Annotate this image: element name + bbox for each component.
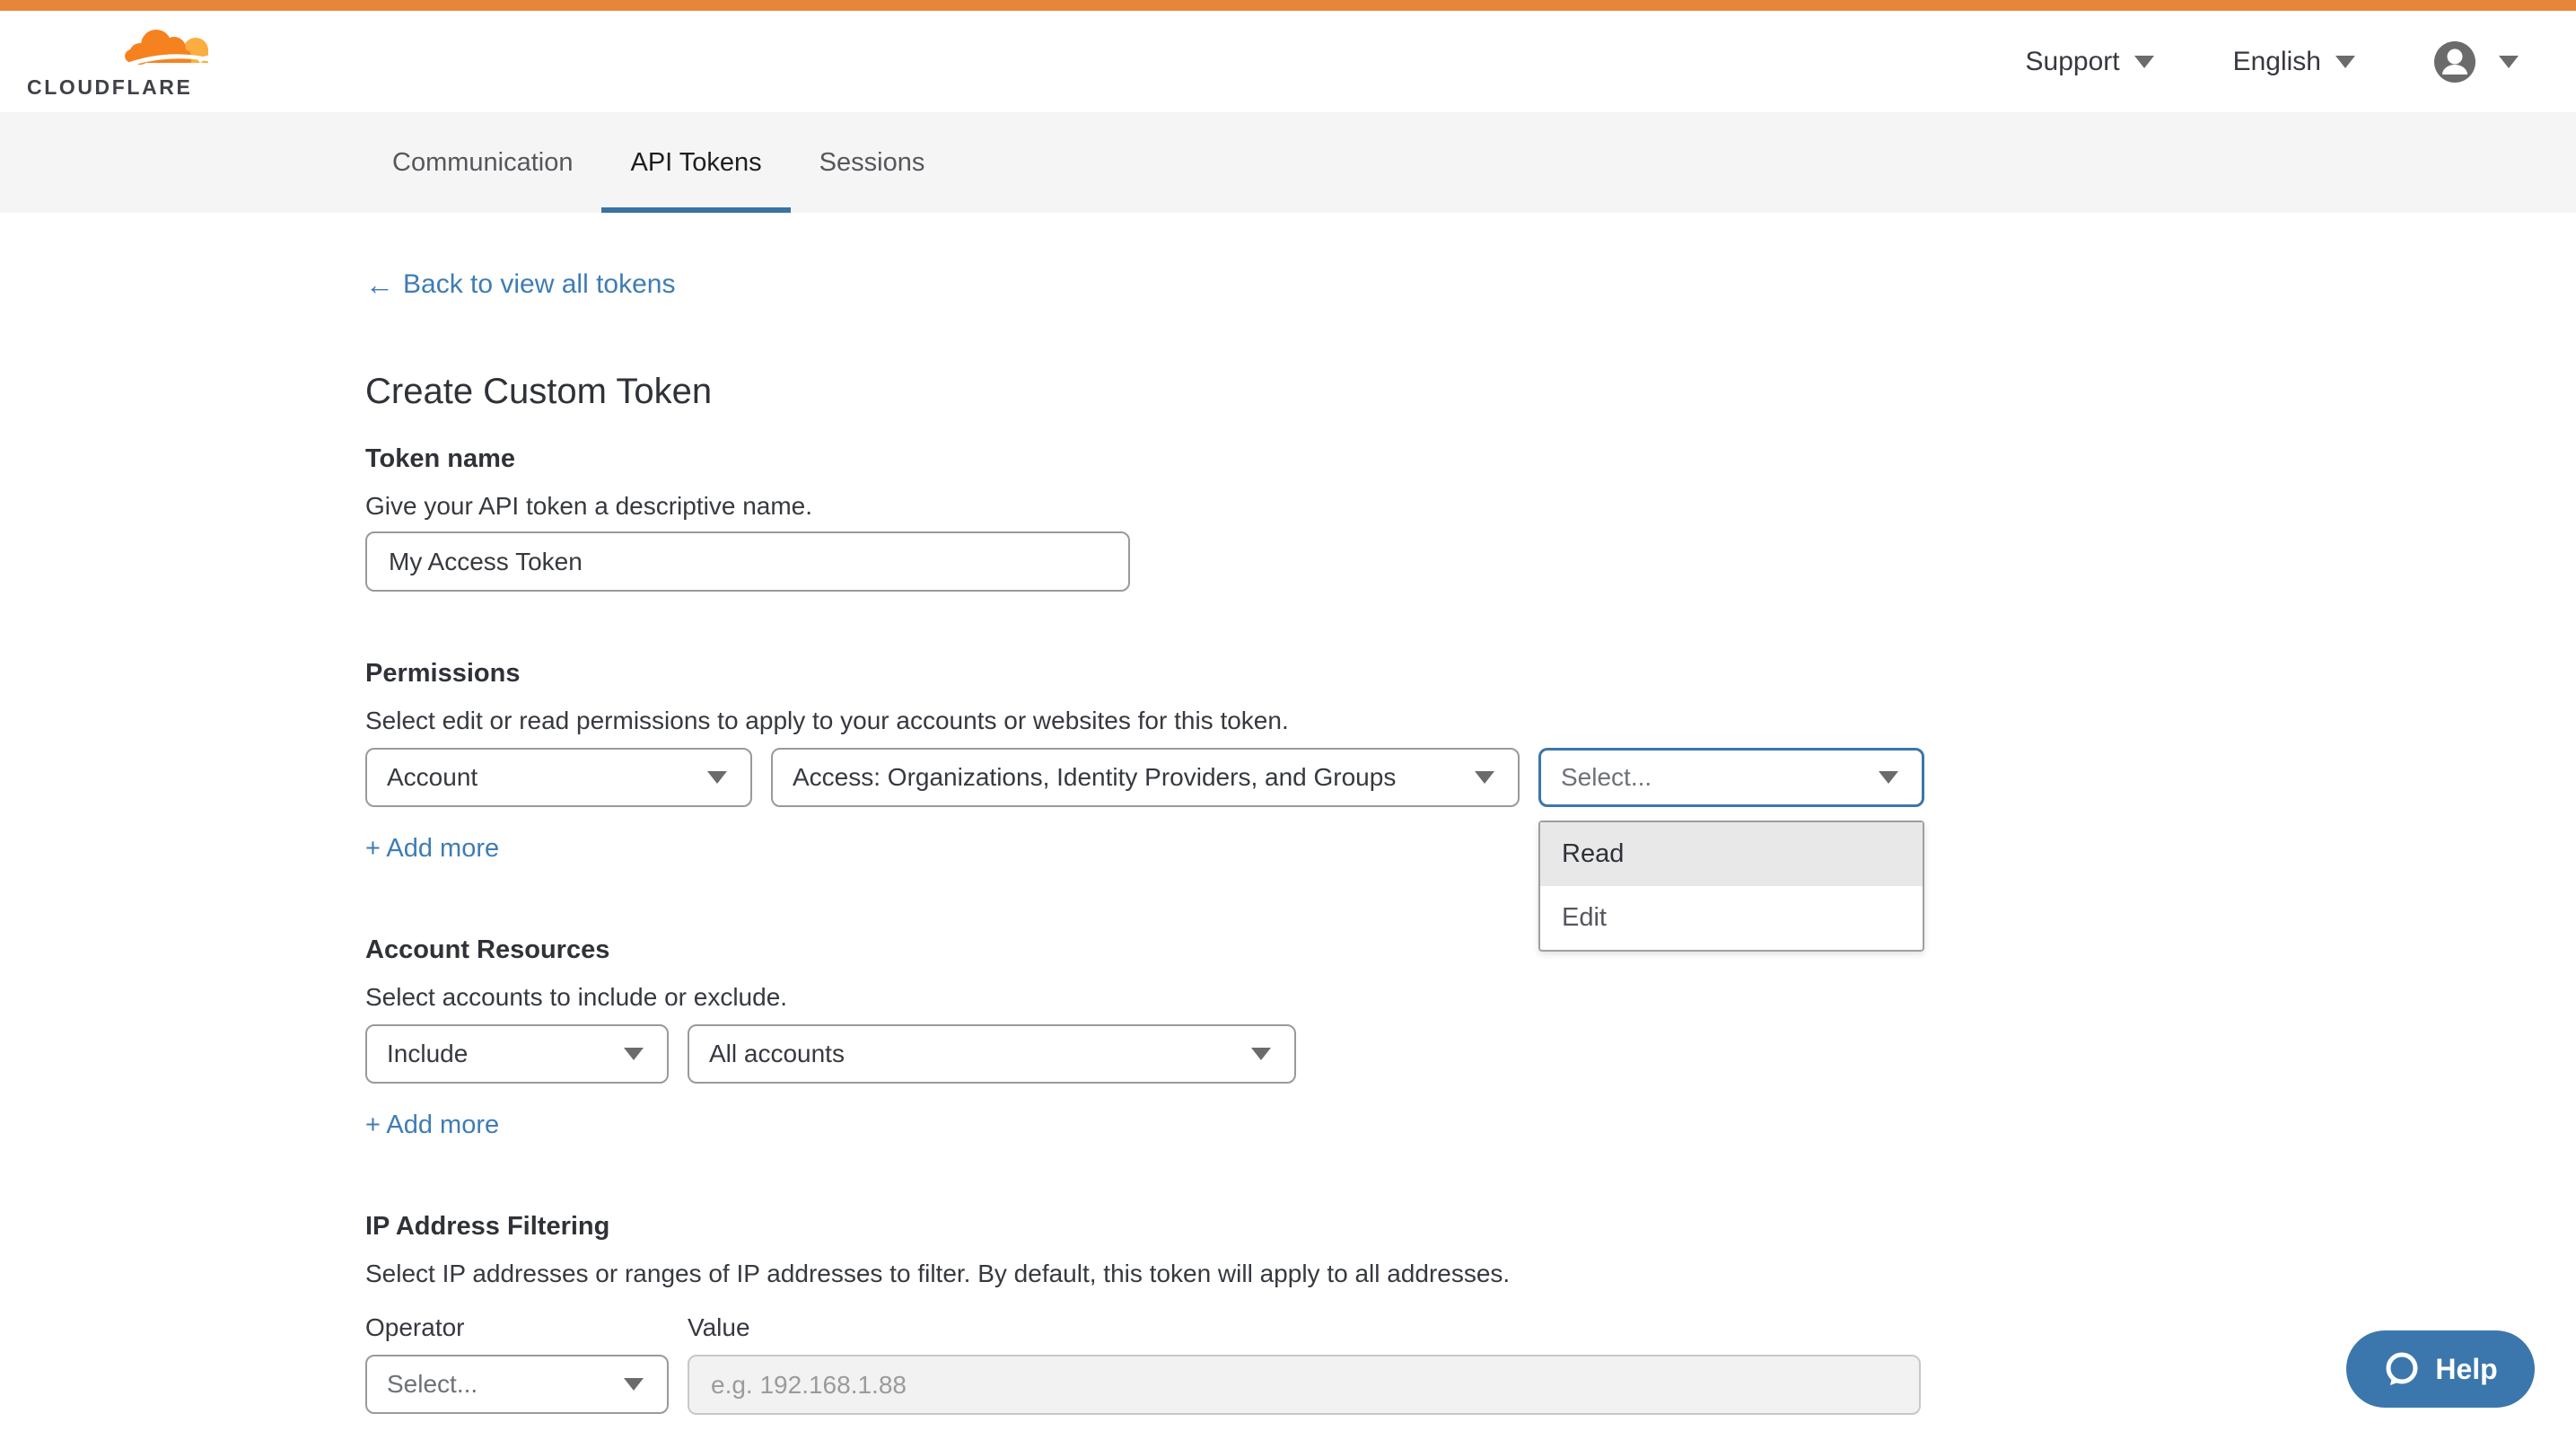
select-value: Include <box>387 1040 468 1068</box>
account-resources-heading: Account Resources <box>365 935 2576 965</box>
account-resources-add-more-link[interactable]: + Add more <box>365 1111 499 1140</box>
ip-filtering-section: IP Address Filtering Select IP addresses… <box>365 1212 2576 1415</box>
access-level-menu: Read Edit <box>1538 821 1924 952</box>
main-content: ← Back to view all tokens Create Custom … <box>0 213 2576 1415</box>
support-menu[interactable]: Support <box>2026 47 2154 77</box>
tab-bar: Communication API Tokens Sessions <box>0 112 2576 213</box>
select-value: Account <box>387 763 478 792</box>
ip-filtering-row: Select... <box>365 1355 2576 1415</box>
menu-option-label: Read <box>1562 839 1624 869</box>
ip-filtering-labels: Operator Value <box>365 1313 2576 1342</box>
back-to-tokens-link[interactable]: ← Back to view all tokens <box>365 269 675 300</box>
include-exclude-select[interactable]: Include <box>365 1024 669 1084</box>
token-name-input[interactable] <box>365 531 1130 592</box>
account-resources-row: Include All accounts <box>365 1024 2576 1084</box>
tab-sessions[interactable]: Sessions <box>791 112 954 213</box>
language-label: English <box>2233 47 2321 77</box>
accounts-select[interactable]: All accounts <box>688 1024 1296 1084</box>
page-title: Create Custom Token <box>365 372 2576 412</box>
chevron-down-icon <box>1251 1048 1271 1060</box>
cloudflare-logo[interactable]: CLOUDFLARE <box>27 24 217 100</box>
header-right: Support English <box>2026 41 2519 83</box>
tab-label: Communication <box>392 148 573 178</box>
chevron-down-icon <box>2134 56 2154 68</box>
brand-wordmark: CLOUDFLARE <box>27 75 217 100</box>
tab-label: API Tokens <box>630 148 761 178</box>
avatar-icon <box>2434 41 2475 83</box>
help-button-label: Help <box>2435 1353 2497 1386</box>
top-accent-bar <box>0 0 2576 11</box>
chevron-down-icon <box>707 771 727 784</box>
permissions-section: Permissions Select edit or read permissi… <box>365 659 2576 864</box>
menu-option-read[interactable]: Read <box>1540 822 1923 886</box>
chevron-down-icon <box>2499 56 2519 68</box>
back-arrow-icon: ← <box>365 270 394 299</box>
menu-option-label: Edit <box>1562 903 1607 933</box>
token-name-section: Token name Give your API token a descrip… <box>365 444 2576 592</box>
permissions-description: Select edit or read permissions to apply… <box>365 707 2576 735</box>
permission-group-select[interactable]: Access: Organizations, Identity Provider… <box>771 748 1520 807</box>
select-placeholder: Select... <box>1561 763 1652 792</box>
select-placeholder: Select... <box>387 1370 478 1399</box>
account-resources-section: Account Resources Select accounts to inc… <box>365 935 2576 1140</box>
operator-select[interactable]: Select... <box>365 1355 669 1414</box>
back-link-label: Back to view all tokens <box>403 269 675 300</box>
tab-api-tokens[interactable]: API Tokens <box>601 112 790 213</box>
chevron-down-icon <box>1475 771 1494 784</box>
chevron-down-icon <box>2335 56 2355 68</box>
ip-filtering-heading: IP Address Filtering <box>365 1212 2576 1242</box>
chevron-down-icon <box>624 1048 644 1060</box>
operator-label: Operator <box>365 1313 688 1342</box>
ip-value-input[interactable] <box>688 1355 1921 1415</box>
select-value: All accounts <box>709 1040 845 1068</box>
permissions-row: Account Access: Organizations, Identity … <box>365 748 2576 807</box>
token-name-heading: Token name <box>365 444 2576 474</box>
support-label: Support <box>2026 47 2120 77</box>
chevron-down-icon <box>624 1378 644 1391</box>
token-name-description: Give your API token a descriptive name. <box>365 492 2576 521</box>
account-menu[interactable] <box>2434 41 2519 83</box>
permissions-heading: Permissions <box>365 659 2576 689</box>
menu-option-edit[interactable]: Edit <box>1540 886 1923 950</box>
cloudflare-cloud-icon <box>121 24 215 71</box>
ip-filtering-description: Select IP addresses or ranges of IP addr… <box>365 1260 2576 1288</box>
permissions-add-more-link[interactable]: + Add more <box>365 834 499 864</box>
value-label: Value <box>688 1313 750 1342</box>
select-value: Access: Organizations, Identity Provider… <box>793 763 1396 792</box>
help-button[interactable]: Help <box>2346 1330 2535 1408</box>
account-resources-description: Select accounts to include or exclude. <box>365 983 2576 1012</box>
access-level-select-wrap: Select... Read Edit <box>1538 748 1924 807</box>
permission-scope-select[interactable]: Account <box>365 748 752 807</box>
tab-label: Sessions <box>819 148 925 178</box>
header: CLOUDFLARE Support English <box>0 11 2576 112</box>
access-level-select[interactable]: Select... <box>1538 748 1924 807</box>
language-menu[interactable]: English <box>2233 47 2355 77</box>
tab-communication[interactable]: Communication <box>364 112 601 213</box>
chat-bubble-icon <box>2383 1350 2421 1388</box>
chevron-down-icon <box>1879 771 1898 784</box>
